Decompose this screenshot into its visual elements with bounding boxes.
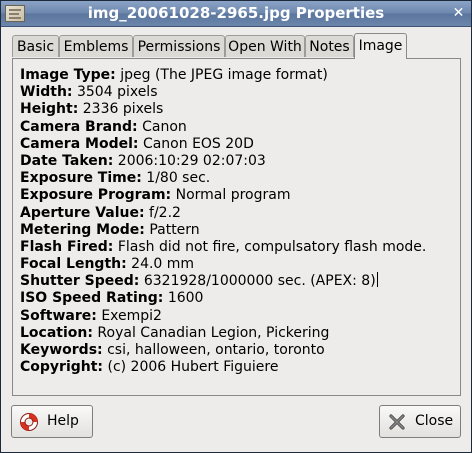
property-label: ISO Speed Rating: [20, 290, 164, 307]
property-row: Keywords: csi, halloween, ontario, toron… [20, 341, 426, 358]
property-label: Height: [20, 101, 79, 118]
property-row: Exposure Program: Normal program [20, 186, 426, 203]
property-row: Copyright: (c) 2006 Hubert Figuiere [20, 358, 426, 375]
property-value: 1600 [167, 290, 204, 307]
window-title: img_20061028-2965.jpg Properties [87, 4, 385, 22]
property-row: Camera Model: Canon EOS 20D [20, 135, 426, 152]
tab-image[interactable]: Image [354, 33, 407, 59]
property-label: Image Type: [20, 67, 116, 83]
help-button[interactable]: Help [11, 405, 93, 438]
close-button[interactable]: Close [379, 405, 461, 438]
property-value: 3504 pixels [76, 84, 158, 101]
property-value: 2336 pixels [82, 101, 164, 118]
property-value: f/2.2 [149, 204, 181, 221]
property-label: Shutter Speed: [20, 273, 140, 290]
property-value: Normal program [175, 187, 291, 204]
property-row: Metering Mode: Pattern [20, 221, 426, 238]
image-properties-page: Image Type: jpeg (The JPEG image format)… [12, 58, 461, 396]
help-label: Help [47, 413, 79, 429]
property-value: csi, halloween, ontario, toronto [107, 342, 325, 358]
property-value: Exempi2 [101, 307, 162, 324]
property-value: Canon [142, 118, 187, 135]
property-label: Software: [20, 307, 97, 324]
tab-emblems[interactable]: Emblems [59, 35, 133, 57]
property-value: Canon EOS 20D [142, 135, 254, 152]
property-label: Exposure Time: [20, 170, 142, 187]
properties-window: img_20061028-2965.jpg Properties ✕ Basic… [0, 0, 472, 453]
property-label: Focal Length: [20, 256, 127, 273]
property-value: 6321928/1000000 sec. (APEX: 8) [143, 273, 376, 290]
property-label: Location: [20, 324, 93, 341]
close-x-icon [389, 414, 405, 430]
property-value: 24.0 mm [131, 256, 195, 273]
property-row: Flash Fired: Flash did not fire, compuls… [20, 238, 426, 255]
property-value: jpeg (The JPEG image format) [120, 67, 328, 83]
property-value: (c) 2006 Hubert Figuiere [107, 359, 279, 376]
property-value: 2006:10:29 02:07:03 [117, 152, 266, 169]
property-row: Image Type: jpeg (The JPEG image format) [20, 66, 426, 83]
image-info-text[interactable]: Image Type: jpeg (The JPEG image format)… [20, 66, 426, 375]
close-x-icon[interactable]: ✕ [450, 5, 467, 22]
property-label: Aperture Value: [20, 204, 145, 221]
property-row: Date Taken: 2006:10:29 02:07:03 [20, 152, 426, 169]
property-row: Focal Length: 24.0 mm [20, 255, 426, 272]
property-label: Copyright: [20, 359, 104, 376]
title-bar[interactable]: img_20061028-2965.jpg Properties ✕ [1, 1, 471, 27]
property-row: Height: 2336 pixels [20, 100, 426, 117]
close-label: Close [415, 413, 454, 429]
property-value: Royal Canadian Legion, Pickering [97, 324, 330, 341]
property-row: Shutter Speed: 6321928/1000000 sec. (APE… [20, 272, 426, 289]
lifebuoy-icon [20, 413, 38, 431]
property-label: Keywords: [20, 342, 103, 358]
property-label: Camera Model: [20, 135, 139, 152]
tab-permissions[interactable]: Permissions [133, 35, 225, 57]
property-label: Width: [20, 84, 73, 101]
property-value: Pattern [149, 221, 200, 238]
tab-notes[interactable]: Notes [305, 35, 354, 57]
property-label: Flash Fired: [20, 238, 114, 255]
property-row: Aperture Value: f/2.2 [20, 204, 426, 221]
text-cursor [376, 272, 378, 288]
property-row: Width: 3504 pixels [20, 83, 426, 100]
property-row: Software: Exempi2 [20, 307, 426, 324]
property-label: Metering Mode: [20, 221, 145, 238]
tab-basic[interactable]: Basic [12, 35, 59, 57]
property-row: ISO Speed Rating: 1600 [20, 289, 426, 306]
property-value: 1/80 sec. [146, 170, 211, 187]
property-value: Flash did not fire, compulsatory flash m… [117, 238, 427, 255]
property-label: Exposure Program: [20, 187, 172, 204]
property-row: Camera Brand: Canon [20, 118, 426, 135]
property-row: Exposure Time: 1/80 sec. [20, 169, 426, 186]
property-row: Location: Royal Canadian Legion, Pickeri… [20, 324, 426, 341]
tab-open-with[interactable]: Open With [225, 35, 305, 57]
property-label: Camera Brand: [20, 118, 138, 135]
property-label: Date Taken: [20, 152, 114, 169]
